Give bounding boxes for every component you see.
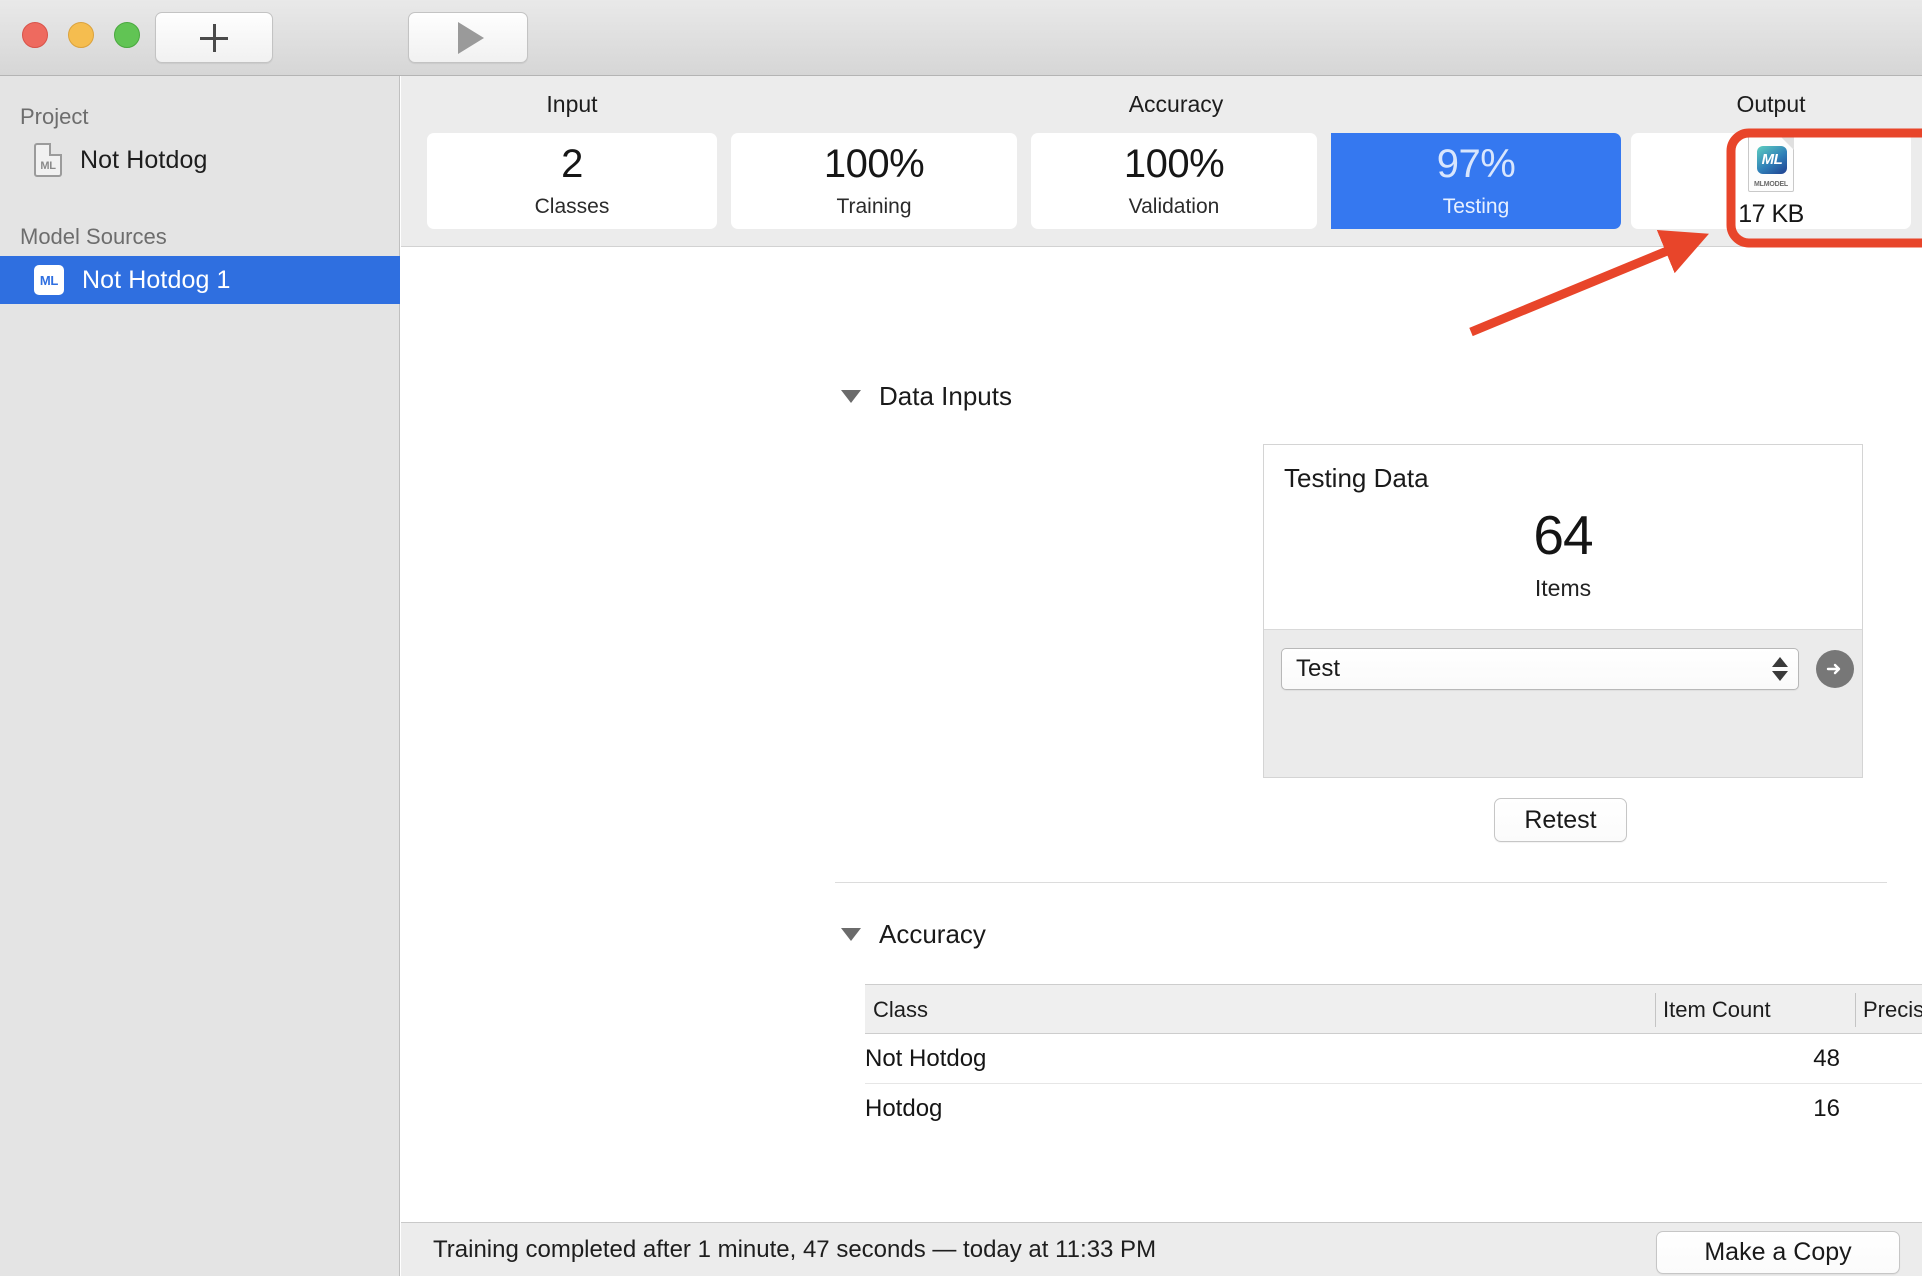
zoom-button[interactable]	[114, 22, 140, 48]
metric-card-classes[interactable]: 2 Classes	[427, 133, 717, 229]
column-header-class[interactable]: Class	[865, 985, 1655, 1035]
ml-badge-icon: ML	[34, 265, 64, 295]
sidebar-item-not-hotdog-1[interactable]: ML Not Hotdog 1	[0, 256, 400, 304]
reveal-data-source-button[interactable]	[1816, 650, 1854, 688]
accuracy-table: Class Item Count Precision Recall Not Ho…	[865, 984, 1922, 1134]
testing-data-card: Testing Data 64 Items Test	[1263, 444, 1863, 778]
section-header-accuracy[interactable]: Accuracy	[841, 919, 986, 950]
sidebar-item-project-not-hotdog[interactable]: ML Not Hotdog	[0, 136, 400, 184]
metric-caption: Classes	[534, 194, 610, 218]
create-ml-window: Project ML Not Hotdog Model Sources ML N…	[0, 0, 1922, 1276]
training-status-message: Training completed after 1 minute, 47 se…	[433, 1235, 1157, 1263]
make-a-copy-button[interactable]: Make a Copy	[1656, 1231, 1900, 1274]
metric-card-training[interactable]: 100% Training	[731, 133, 1017, 229]
chevron-up-icon	[1772, 657, 1788, 667]
table-row[interactable]: Not Hotdog 48 100% 96%	[865, 1034, 1922, 1084]
metrics-bar: Input Accuracy Output 2 Classes 100% Tra…	[401, 76, 1922, 247]
sidebar-section-model-sources: Model Sources	[20, 224, 167, 249]
section-title: Data Inputs	[879, 381, 1012, 411]
metric-caption: Testing	[1442, 194, 1510, 218]
metrics-group-label-output: Output	[1736, 91, 1806, 117]
column-header-item-count[interactable]: Item Count	[1655, 985, 1855, 1035]
testing-data-source-select[interactable]: Test	[1281, 648, 1799, 690]
section-title: Accuracy	[879, 919, 986, 949]
metric-caption: Validation	[1128, 194, 1220, 218]
metric-value: 100%	[1123, 141, 1225, 186]
testing-data-count: 64	[1533, 504, 1593, 566]
section-header-data-inputs[interactable]: Data Inputs	[841, 381, 1012, 412]
metric-card-testing[interactable]: 97% Testing	[1331, 133, 1621, 229]
metric-card-validation[interactable]: 100% Validation	[1031, 133, 1317, 229]
status-bar: Training completed after 1 minute, 47 se…	[401, 1222, 1922, 1276]
sidebar: Project ML Not Hotdog Model Sources ML N…	[0, 76, 400, 1276]
testing-data-title: Testing Data	[1284, 463, 1429, 493]
ml-document-icon: ML	[34, 143, 62, 177]
run-training-button[interactable]	[408, 12, 528, 63]
traffic-lights	[22, 22, 140, 48]
metrics-group-label-accuracy: Accuracy	[1128, 91, 1224, 117]
mlmodel-icon-caption: MLMODEL	[1754, 180, 1788, 188]
sidebar-item-label: Not Hotdog 1	[82, 265, 231, 294]
chevron-down-icon	[1772, 671, 1788, 681]
section-divider	[835, 882, 1887, 883]
column-header-precision[interactable]: Precision	[1855, 985, 1922, 1035]
cell-precision: 89%	[1855, 1084, 1922, 1134]
testing-data-source-value: Test	[1296, 655, 1341, 682]
metric-value: 97%	[1436, 141, 1516, 186]
ml-document-icon-label: ML	[40, 160, 56, 172]
cell-item-count: 16	[1813, 1095, 1840, 1122]
coreml-glyph-letters: ML	[1761, 151, 1783, 168]
sidebar-item-label: Not Hotdog	[80, 145, 208, 174]
stepper-arrows-icon[interactable]	[1772, 657, 1788, 681]
disclosure-triangle-down-icon[interactable]	[841, 928, 861, 941]
arrow-right-icon	[1826, 663, 1841, 675]
metrics-group-label-input: Input	[546, 91, 598, 117]
table-row[interactable]: Hotdog 16 89% 100%	[865, 1084, 1922, 1134]
ml-badge-icon-label: ML	[39, 272, 59, 288]
plus-icon	[198, 22, 230, 54]
minimize-button[interactable]	[68, 22, 94, 48]
add-model-source-button[interactable]	[155, 12, 273, 63]
metric-value: 100%	[823, 141, 925, 186]
cell-class: Not Hotdog	[865, 1045, 987, 1072]
cell-precision: 100%	[1855, 1034, 1922, 1084]
mlmodel-file-icon: ML MLMODEL	[1748, 135, 1794, 192]
main-content: Input Accuracy Output 2 Classes 100% Tra…	[401, 76, 1922, 1276]
disclosure-triangle-down-icon[interactable]	[841, 390, 861, 403]
close-button[interactable]	[22, 22, 48, 48]
testing-data-unit: Items	[1534, 575, 1592, 601]
output-model-size: 17 KB	[1738, 199, 1804, 228]
metric-caption: Training	[836, 194, 912, 218]
window-titlebar	[0, 0, 1922, 76]
cell-item-count: 48	[1813, 1045, 1840, 1072]
metric-card-output-model[interactable]: ML MLMODEL 17 KB	[1631, 133, 1911, 229]
sidebar-section-project: Project	[20, 104, 89, 129]
retest-button[interactable]: Retest	[1494, 798, 1627, 842]
testing-data-summary: Testing Data 64 Items	[1264, 445, 1862, 630]
cell-class: Hotdog	[865, 1095, 943, 1122]
table-header-row: Class Item Count Precision Recall	[865, 984, 1922, 1034]
play-icon	[458, 21, 484, 54]
metric-value: 2	[561, 141, 583, 186]
coreml-glyph: ML	[1757, 145, 1787, 174]
